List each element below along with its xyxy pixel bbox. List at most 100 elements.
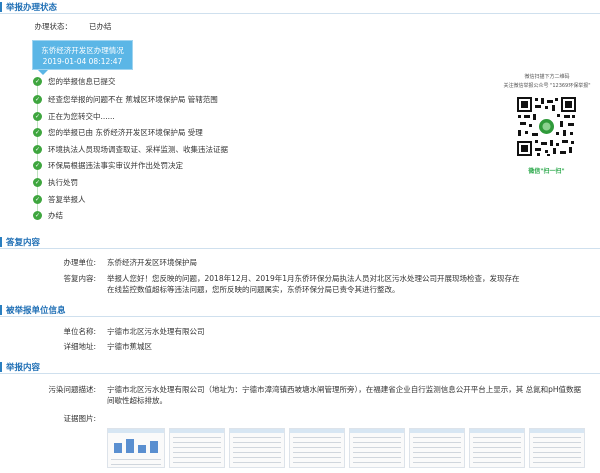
section-marker [0, 237, 2, 247]
thumb-row [233, 447, 281, 448]
thumb-row [533, 452, 581, 453]
section-header-report: 举报内容 [0, 360, 600, 374]
evidence-image[interactable] [469, 428, 525, 468]
check-icon: ✓ [33, 145, 42, 154]
section-header-reply: 答复内容 [0, 235, 600, 249]
thumb-header [530, 429, 584, 433]
section-title: 答复内容 [6, 238, 41, 248]
thumb-row [473, 442, 521, 443]
timeline-step-text: 办结 [48, 211, 63, 220]
thumb-row [473, 462, 521, 463]
reply-content-value: 举报人您好！您反映的问题，2018年12月、2019年1月东侨环保分局执法人员对… [107, 274, 520, 294]
thumb-row [353, 442, 401, 443]
status-label: 办理状态： [34, 22, 73, 31]
section-header-reported-unit: 被举报单位信息 [0, 303, 600, 317]
thumb-header [290, 429, 344, 433]
thumb-row [233, 442, 281, 443]
check-icon: ✓ [33, 211, 42, 220]
thumb-row [173, 462, 221, 463]
reported-address-label: 详细地址: [63, 342, 96, 351]
check-icon: ✓ [33, 95, 42, 104]
thumb-row [413, 437, 461, 438]
evidence-image[interactable] [107, 428, 165, 468]
thumb-row [233, 437, 281, 438]
evidence-image[interactable] [289, 428, 345, 468]
thumb-row [413, 462, 461, 463]
thumb-row [413, 447, 461, 448]
check-icon: ✓ [33, 195, 42, 204]
qr-scan-hint: 微信"扫一扫" [528, 168, 565, 175]
evidence-image[interactable] [169, 428, 225, 468]
thumb-row [173, 442, 221, 443]
thumb-row [353, 457, 401, 458]
thumb-row [233, 462, 281, 463]
problem-label: 污染问题描述: [48, 385, 96, 394]
thumb-row [173, 457, 221, 458]
evidence-image[interactable] [229, 428, 285, 468]
timeline-step-text: 环境执法人员现场调查取证、采样监测、收集违法证据 [48, 145, 228, 154]
thumb-header [230, 429, 284, 433]
thumb-chart-bar [114, 443, 122, 453]
thumb-row [473, 452, 521, 453]
section-title: 举报内容 [6, 363, 41, 373]
evidence-image[interactable] [349, 428, 405, 468]
reply-content-label: 答复内容: [63, 274, 96, 283]
evidence-image[interactable] [409, 428, 465, 468]
thumb-row [413, 457, 461, 458]
thumb-row [473, 437, 521, 438]
check-icon: ✓ [33, 178, 42, 187]
thumb-row [473, 447, 521, 448]
thumb-row [353, 437, 401, 438]
thumb-row [533, 442, 581, 443]
section-title: 被举报单位信息 [6, 306, 66, 316]
thumb-header [410, 429, 464, 433]
reply-unit-value: 东侨经济开发区环境保护局 [107, 258, 197, 267]
timeline-step-text: 正在为您转交中...... [48, 112, 115, 121]
thumb-row [233, 452, 281, 453]
thumb-header [470, 429, 524, 433]
thumb-row [533, 447, 581, 448]
section-marker [0, 362, 2, 372]
timeline-step-text: 执行处罚 [48, 178, 78, 187]
thumb-row [233, 457, 281, 458]
check-icon: ✓ [33, 128, 42, 137]
reported-address-value: 宁德市蕉城区 [107, 342, 152, 351]
thumb-row [413, 442, 461, 443]
thumb-row [293, 437, 341, 438]
check-icon: ✓ [33, 161, 42, 170]
thumb-row [353, 447, 401, 448]
status-value: 已办结 [89, 22, 112, 31]
thumb-row [111, 464, 161, 465]
qr-caption: 微信扫描下方二维码 [524, 74, 570, 80]
qr-code-image [516, 96, 577, 157]
thumb-row [413, 452, 461, 453]
reported-name-label: 单位名称: [63, 327, 96, 336]
section-header-status: 举报办理状态 [0, 0, 600, 14]
timeline-step-text: 经查您举报的问题不在 蕉城区环境保护局 管辖范围 [48, 95, 218, 104]
thumb-row [533, 457, 581, 458]
timeline-step-text: 环保局根据违法事实审议并作出处罚决定 [48, 161, 183, 170]
check-icon: ✓ [33, 112, 42, 121]
thumb-header [108, 429, 164, 433]
reply-unit-label: 办理单位: [63, 258, 96, 267]
timeline-step-text: 您的举报信息已提交 [48, 77, 116, 86]
thumb-row [533, 462, 581, 463]
thumb-header [350, 429, 404, 433]
thumb-header [170, 429, 224, 433]
evidence-image[interactable] [529, 428, 585, 468]
thumb-row [473, 457, 521, 458]
thumb-row [293, 442, 341, 443]
qr-caption-account: 关注微信举报公众号 "12369环保举报" [503, 83, 591, 89]
evidence-label: 证据图片: [63, 414, 96, 423]
thumb-chart-bar [138, 445, 146, 453]
thumb-row [293, 462, 341, 463]
thumb-row [293, 447, 341, 448]
section-title: 举报办理状态 [6, 3, 58, 13]
thumb-chart-bar [150, 441, 158, 453]
thumb-row [353, 462, 401, 463]
status-box-pointer [38, 70, 48, 75]
section-marker [0, 305, 2, 315]
thumb-row [173, 437, 221, 438]
handling-time: 2019-01-04 08:12:47 [42, 57, 123, 66]
handling-unit: 东侨经济开发区办理情况 [41, 46, 124, 55]
